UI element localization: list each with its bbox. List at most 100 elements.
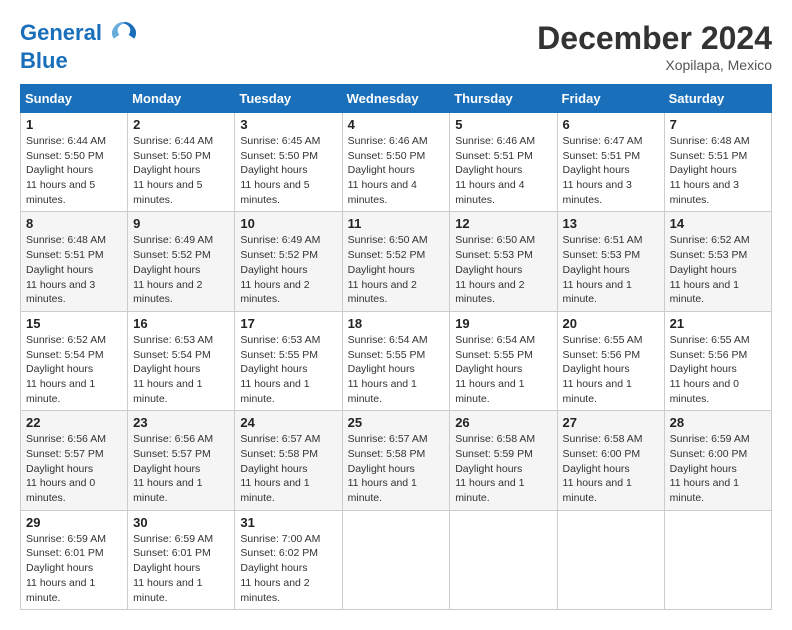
table-row: 21 Sunrise: 6:55 AM Sunset: 5:56 PM Dayl…: [664, 311, 771, 410]
daylight-value: 11 hours and 4 minutes.: [455, 179, 524, 206]
daylight-value: 11 hours and 2 minutes.: [240, 279, 309, 306]
daylight-value: 11 hours and 1 minute.: [133, 577, 202, 604]
table-row: 11 Sunrise: 6:50 AM Sunset: 5:52 PM Dayl…: [342, 212, 450, 311]
day-number: 5: [455, 117, 551, 132]
daylight-value: 11 hours and 1 minute.: [26, 577, 95, 604]
month-title: December 2024: [537, 20, 772, 57]
day-number: 19: [455, 316, 551, 331]
daylight-value: 11 hours and 1 minute.: [240, 477, 309, 504]
sunset-label: Sunset: 5:57 PM: [133, 448, 211, 460]
calendar-row: 22 Sunrise: 6:56 AM Sunset: 5:57 PM Dayl…: [21, 411, 772, 510]
daylight-label: Daylight hours: [348, 164, 415, 176]
day-number: 31: [240, 515, 336, 530]
sunset-label: Sunset: 5:51 PM: [26, 249, 104, 261]
daylight-value: 11 hours and 3 minutes.: [563, 179, 632, 206]
sunset-label: Sunset: 6:01 PM: [133, 547, 211, 559]
sunset-label: Sunset: 5:51 PM: [670, 150, 748, 162]
day-number: 18: [348, 316, 445, 331]
daylight-label: Daylight hours: [240, 164, 307, 176]
table-row: 16 Sunrise: 6:53 AM Sunset: 5:54 PM Dayl…: [128, 311, 235, 410]
sunrise-label: Sunrise: 6:59 AM: [133, 533, 213, 545]
day-info: Sunrise: 6:50 AM Sunset: 5:53 PM Dayligh…: [455, 233, 551, 306]
sunset-label: Sunset: 5:53 PM: [670, 249, 748, 261]
calendar-header-row: Sunday Monday Tuesday Wednesday Thursday…: [21, 85, 772, 113]
day-info: Sunrise: 6:57 AM Sunset: 5:58 PM Dayligh…: [240, 432, 336, 505]
table-row: 8 Sunrise: 6:48 AM Sunset: 5:51 PM Dayli…: [21, 212, 128, 311]
sunset-label: Sunset: 6:01 PM: [26, 547, 104, 559]
sunset-label: Sunset: 5:58 PM: [348, 448, 426, 460]
header-wednesday: Wednesday: [342, 85, 450, 113]
table-row: [450, 510, 557, 609]
sunset-label: Sunset: 5:50 PM: [348, 150, 426, 162]
table-row: 1 Sunrise: 6:44 AM Sunset: 5:50 PM Dayli…: [21, 113, 128, 212]
daylight-value: 11 hours and 1 minute.: [670, 279, 739, 306]
day-info: Sunrise: 6:58 AM Sunset: 5:59 PM Dayligh…: [455, 432, 551, 505]
daylight-value: 11 hours and 0 minutes.: [26, 477, 95, 504]
day-info: Sunrise: 6:57 AM Sunset: 5:58 PM Dayligh…: [348, 432, 445, 505]
day-info: Sunrise: 6:53 AM Sunset: 5:55 PM Dayligh…: [240, 333, 336, 406]
daylight-value: 11 hours and 1 minute.: [455, 477, 524, 504]
day-number: 26: [455, 415, 551, 430]
sunset-label: Sunset: 5:50 PM: [26, 150, 104, 162]
logo-text: General: [20, 20, 138, 48]
table-row: 24 Sunrise: 6:57 AM Sunset: 5:58 PM Dayl…: [235, 411, 342, 510]
daylight-value: 11 hours and 4 minutes.: [348, 179, 417, 206]
daylight-label: Daylight hours: [455, 264, 522, 276]
daylight-label: Daylight hours: [133, 264, 200, 276]
sunrise-label: Sunrise: 6:52 AM: [670, 234, 750, 246]
day-info: Sunrise: 6:49 AM Sunset: 5:52 PM Dayligh…: [240, 233, 336, 306]
calendar-row: 15 Sunrise: 6:52 AM Sunset: 5:54 PM Dayl…: [21, 311, 772, 410]
daylight-value: 11 hours and 1 minute.: [348, 477, 417, 504]
daylight-label: Daylight hours: [670, 363, 737, 375]
sunrise-label: Sunrise: 6:53 AM: [240, 334, 320, 346]
daylight-value: 11 hours and 1 minute.: [563, 378, 632, 405]
sunset-label: Sunset: 5:53 PM: [563, 249, 641, 261]
daylight-label: Daylight hours: [455, 164, 522, 176]
sunset-label: Sunset: 5:53 PM: [455, 249, 533, 261]
sunrise-label: Sunrise: 6:56 AM: [26, 433, 106, 445]
day-info: Sunrise: 6:59 AM Sunset: 6:00 PM Dayligh…: [670, 432, 766, 505]
day-number: 1: [26, 117, 122, 132]
daylight-label: Daylight hours: [26, 463, 93, 475]
day-info: Sunrise: 6:44 AM Sunset: 5:50 PM Dayligh…: [133, 134, 229, 207]
day-info: Sunrise: 6:46 AM Sunset: 5:50 PM Dayligh…: [348, 134, 445, 207]
sunrise-label: Sunrise: 6:57 AM: [348, 433, 428, 445]
table-row: 26 Sunrise: 6:58 AM Sunset: 5:59 PM Dayl…: [450, 411, 557, 510]
table-row: 19 Sunrise: 6:54 AM Sunset: 5:55 PM Dayl…: [450, 311, 557, 410]
sunset-label: Sunset: 5:54 PM: [133, 349, 211, 361]
sunrise-label: Sunrise: 6:48 AM: [26, 234, 106, 246]
day-info: Sunrise: 6:59 AM Sunset: 6:01 PM Dayligh…: [133, 532, 229, 605]
sunset-label: Sunset: 5:51 PM: [455, 150, 533, 162]
header-sunday: Sunday: [21, 85, 128, 113]
day-number: 13: [563, 216, 659, 231]
logo-icon: [110, 20, 138, 48]
sunrise-label: Sunrise: 6:58 AM: [563, 433, 643, 445]
sunset-label: Sunset: 6:02 PM: [240, 547, 318, 559]
table-row: 3 Sunrise: 6:45 AM Sunset: 5:50 PM Dayli…: [235, 113, 342, 212]
day-number: 7: [670, 117, 766, 132]
calendar-row: 8 Sunrise: 6:48 AM Sunset: 5:51 PM Dayli…: [21, 212, 772, 311]
day-info: Sunrise: 6:55 AM Sunset: 5:56 PM Dayligh…: [670, 333, 766, 406]
daylight-value: 11 hours and 2 minutes.: [348, 279, 417, 306]
table-row: 27 Sunrise: 6:58 AM Sunset: 6:00 PM Dayl…: [557, 411, 664, 510]
sunset-label: Sunset: 5:56 PM: [670, 349, 748, 361]
daylight-label: Daylight hours: [563, 264, 630, 276]
sunrise-label: Sunrise: 6:53 AM: [133, 334, 213, 346]
daylight-value: 11 hours and 5 minutes.: [133, 179, 202, 206]
daylight-label: Daylight hours: [133, 463, 200, 475]
table-row: 31 Sunrise: 7:00 AM Sunset: 6:02 PM Dayl…: [235, 510, 342, 609]
daylight-label: Daylight hours: [133, 363, 200, 375]
daylight-value: 11 hours and 1 minute.: [455, 378, 524, 405]
sunrise-label: Sunrise: 6:48 AM: [670, 135, 750, 147]
day-info: Sunrise: 6:49 AM Sunset: 5:52 PM Dayligh…: [133, 233, 229, 306]
sunrise-label: Sunrise: 6:50 AM: [455, 234, 535, 246]
daylight-value: 11 hours and 2 minutes.: [240, 577, 309, 604]
sunrise-label: Sunrise: 6:46 AM: [455, 135, 535, 147]
day-info: Sunrise: 6:50 AM Sunset: 5:52 PM Dayligh…: [348, 233, 445, 306]
daylight-label: Daylight hours: [26, 264, 93, 276]
day-info: Sunrise: 6:48 AM Sunset: 5:51 PM Dayligh…: [670, 134, 766, 207]
daylight-value: 11 hours and 5 minutes.: [240, 179, 309, 206]
daylight-label: Daylight hours: [455, 463, 522, 475]
daylight-label: Daylight hours: [563, 164, 630, 176]
daylight-label: Daylight hours: [26, 562, 93, 574]
